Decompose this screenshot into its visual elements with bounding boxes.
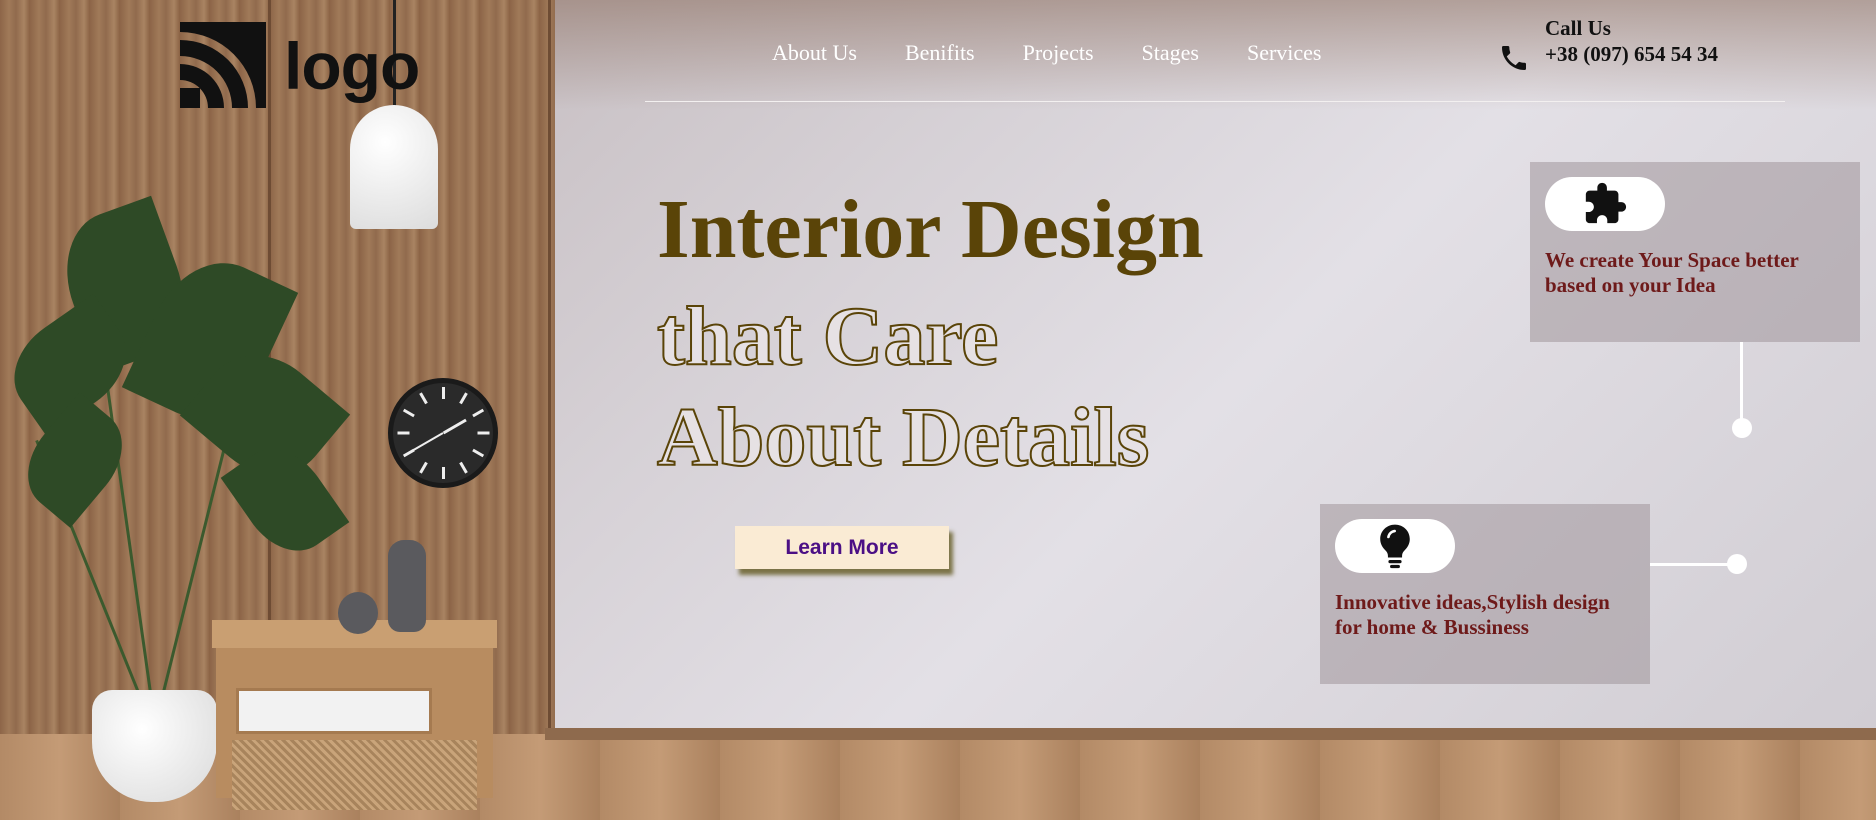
nav-item-benifits[interactable]: Benifits [905, 40, 975, 66]
table-body [216, 648, 493, 810]
clock-tick [402, 448, 415, 458]
phone-number[interactable]: +38 (097) 654 54 34 [1545, 42, 1718, 67]
call-us-label: Call Us [1545, 16, 1611, 40]
hero-title-line-1: Interior Design [657, 183, 1204, 276]
clock-tick [418, 392, 428, 405]
main-nav: About Us Benifits Projects Stages Servic… [772, 40, 1322, 66]
clock-tick [402, 408, 415, 418]
card-icon-pill [1335, 519, 1455, 573]
connector-dot [1727, 554, 1747, 574]
lightbulb-icon [1380, 524, 1410, 569]
skirting-board [545, 728, 1876, 740]
puzzle-icon [1585, 182, 1627, 224]
clock-tick [471, 408, 484, 418]
clock-minute-hand [411, 432, 444, 452]
hero-title-line-2: that Care [656, 290, 999, 383]
phone-icon[interactable] [1498, 42, 1530, 74]
card-text: Innovative ideas,Stylish design for home… [1335, 590, 1610, 640]
connector-line [1740, 342, 1743, 426]
pendant-lamp [350, 105, 438, 229]
vase [388, 540, 426, 632]
plant-pot [92, 690, 217, 802]
panel-seam [548, 0, 551, 740]
nav-item-services[interactable]: Services [1247, 40, 1322, 66]
clock-tick [441, 467, 445, 479]
header-divider [645, 101, 1785, 102]
table-drawer [236, 688, 432, 734]
feature-card-innovation: Innovative ideas,Stylish design for home… [1320, 504, 1650, 684]
clock-tick [477, 431, 489, 435]
connector-dot [1732, 418, 1752, 438]
nav-item-about-us[interactable]: About Us [772, 40, 857, 66]
card-icon-pill [1545, 177, 1665, 231]
clock-tick [418, 461, 428, 474]
side-table [212, 620, 497, 810]
learn-more-button[interactable]: Learn More [735, 526, 949, 569]
logo-text: logo [284, 29, 420, 103]
wall-clock [388, 378, 498, 488]
feature-card-idea: We create Your Space better based on you… [1530, 162, 1860, 342]
vase [338, 592, 378, 634]
clock-tick [397, 431, 409, 435]
card-text: We create Your Space better based on you… [1545, 248, 1799, 298]
table-wicker-shelf [232, 740, 477, 810]
connector-line [1650, 563, 1730, 566]
clock-tick [441, 387, 445, 399]
clock-tick [458, 392, 468, 405]
clock-hour-hand [442, 418, 467, 435]
hero-title-line-3: About Details [656, 391, 1150, 484]
clock-tick [471, 448, 484, 458]
logo[interactable]: logo [178, 22, 420, 110]
wifi-arcs-logo-icon [180, 22, 266, 108]
clock-tick [458, 461, 468, 474]
nav-item-projects[interactable]: Projects [1023, 40, 1094, 66]
nav-item-stages[interactable]: Stages [1142, 40, 1199, 66]
